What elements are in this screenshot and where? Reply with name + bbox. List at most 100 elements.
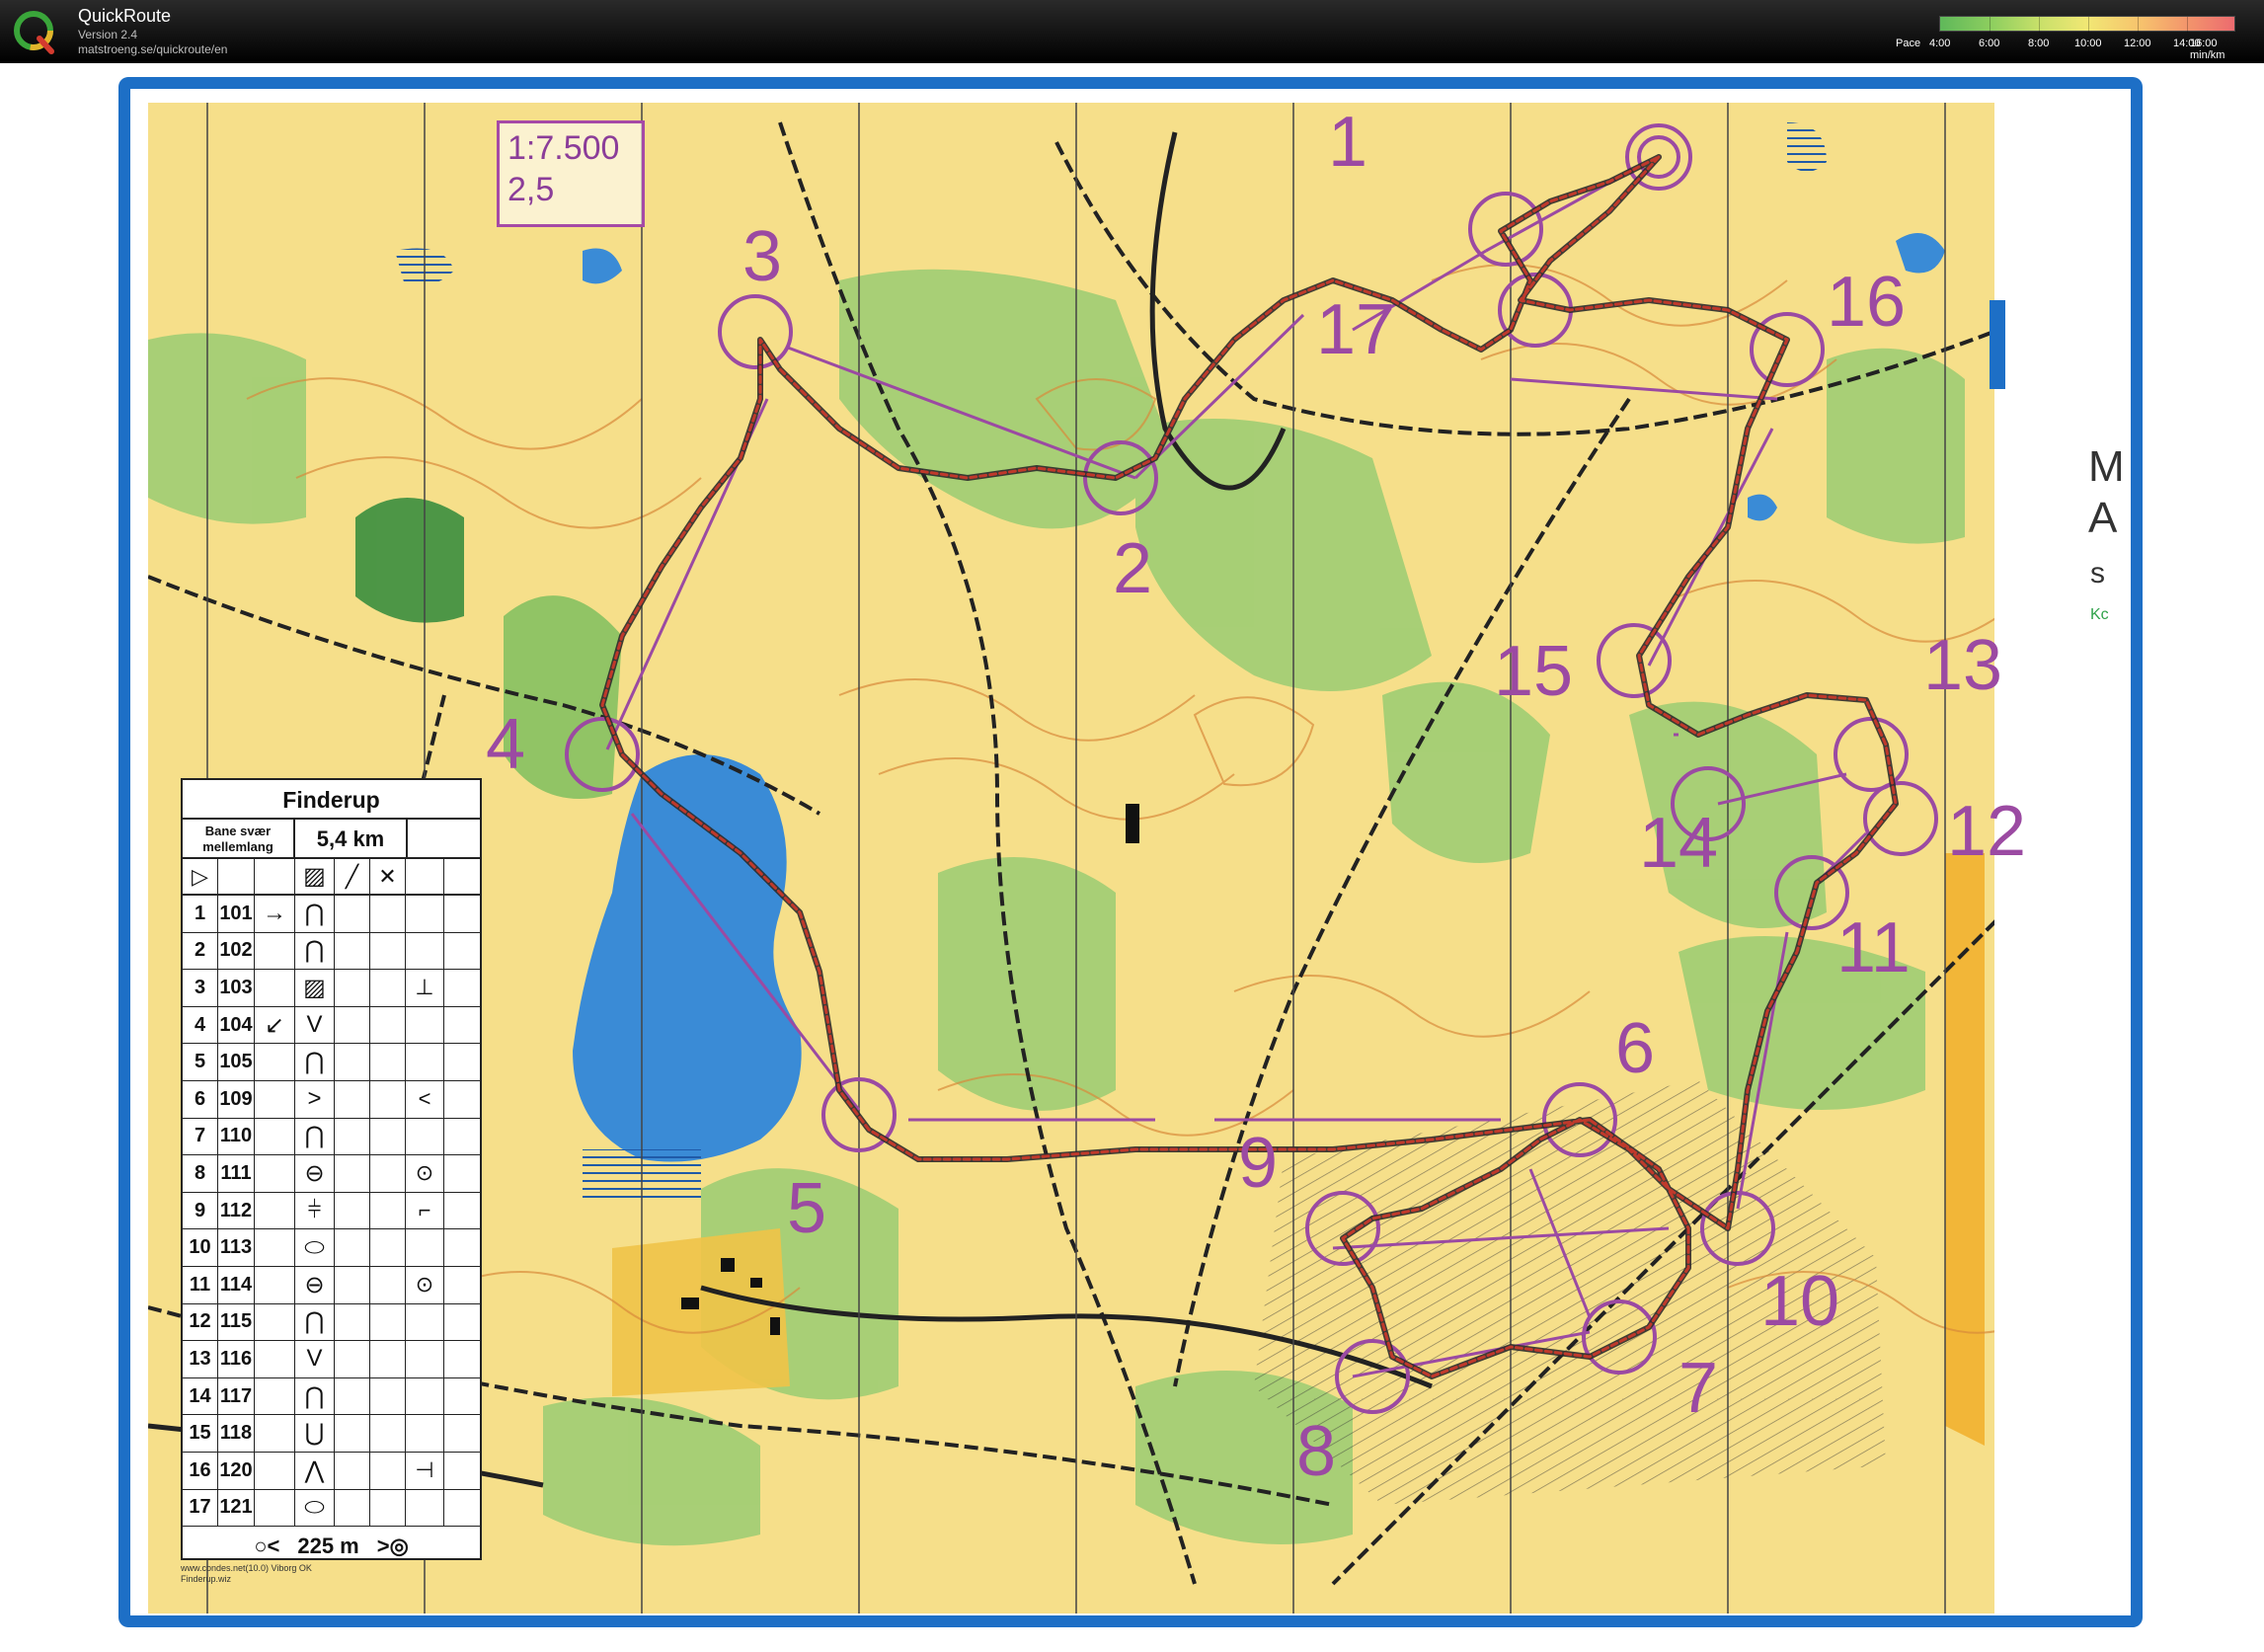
location-icon [406,1341,444,1377]
app-url[interactable]: matstroeng.se/quickroute/en [78,42,227,56]
detail-cell [370,932,406,970]
direction-icon [255,1415,295,1452]
description-row: 3 103 ▨ ⊥ [183,970,480,1007]
control-code: 101 [218,896,255,932]
control-code: 118 [218,1415,255,1452]
other-cell [444,1007,480,1044]
pace-tick: 6:00 [1979,38,2000,49]
control-number-15: 15 [1494,632,1574,711]
feature-icon: ⬭ [295,1489,335,1527]
description-row: 13 116 V [183,1341,480,1378]
side-legend-text: A [2088,494,2118,542]
control-code: 116 [218,1341,255,1377]
feature-icon: ▨ [295,970,335,1006]
control-number-11: 11 [1836,908,1911,987]
pace-unit: 16:00 min/km [2190,38,2225,61]
description-row: 11 114 ⊖ ⊙ [183,1266,480,1304]
start-row: ▷ ▨ ╱ ✕ [183,859,480,896]
feature-icon: ⬭ [295,1229,335,1266]
control-code: 113 [218,1229,255,1266]
side-legend-text: Kc [2090,606,2109,623]
other-cell [444,1415,480,1452]
location-icon: ⊥ [406,970,444,1006]
direction-icon [255,1303,295,1341]
control-code: 112 [218,1192,255,1229]
description-row: 10 113 ⬭ [183,1229,480,1267]
control-code: 109 [218,1080,255,1118]
pace-tick: 8:00 [2028,38,2050,49]
other-cell [444,1304,480,1341]
detail-cell [370,1229,406,1266]
description-row: 9 112 ⫩ ⌐ [183,1192,480,1230]
other-cell [444,1341,480,1377]
appearance-cell [335,1229,370,1266]
direction-icon [255,1341,295,1377]
appearance-cell [335,1118,370,1155]
control-number-4: 4 [486,705,526,784]
course-length: 5,4 km [295,820,408,857]
description-row: 14 117 ⋂ [183,1377,480,1416]
map-scale: 1:7.500 [507,129,620,167]
appearance-cell [335,1452,370,1489]
detail-cell [370,1006,406,1044]
direction-icon [255,1452,295,1489]
side-legend-text: s [2090,557,2105,590]
other-cell [444,1155,480,1192]
feature-icon: ⋂ [295,1303,335,1341]
control-seq: 15 [183,1415,218,1452]
appearance-cell [335,932,370,970]
other-cell [444,1490,480,1527]
control-code: 104 [218,1006,255,1044]
control-number-16: 16 [1827,263,1907,342]
detail-cell [370,1266,406,1303]
detail-cell [370,1303,406,1341]
quickroute-logo-icon [14,11,54,54]
pace-tick: 10:00 [2074,38,2102,49]
direction-icon [255,1489,295,1527]
appearance-cell [335,1155,370,1192]
control-seq: 9 [183,1192,218,1229]
direction-icon [255,970,295,1006]
description-credit: www.condes.net(10.0) Viborg OK Finderup.… [181,1563,312,1584]
finish-target-icon: >◎ [376,1533,409,1558]
direction-icon [255,1044,295,1080]
location-icon [406,1489,444,1527]
control-number-12: 12 [1947,792,2027,871]
appearance-cell [335,1044,370,1080]
start-triangle-icon: ▷ [183,859,218,894]
location-icon [406,1229,444,1266]
control-number-1: 1 [1328,103,1368,182]
control-code: 121 [218,1489,255,1527]
location-icon [406,932,444,970]
detail-cell [370,1192,406,1229]
control-seq: 10 [183,1229,218,1266]
direction-icon [255,1377,295,1415]
control-seq: 8 [183,1155,218,1192]
description-row: 2 102 ⋂ [183,932,480,971]
control-seq: 3 [183,970,218,1006]
control-seq: 5 [183,1044,218,1080]
crossing-icon: ✕ [370,859,406,894]
pace-tick: 4:00 [1929,38,1951,49]
course-info-row: Bane svær mellemlang 5,4 km [183,820,480,859]
appearance-cell [335,896,370,932]
control-number-7: 7 [1678,1349,1719,1428]
pace-tick: 12:00 [2124,38,2151,49]
control-code: 120 [218,1452,255,1489]
direction-icon [255,1080,295,1118]
other-cell [444,1119,480,1155]
direction-icon [255,1192,295,1229]
feature-icon: ⋂ [295,1118,335,1155]
location-icon: ⌐ [406,1192,444,1229]
control-seq: 14 [183,1377,218,1415]
feature-icon: ⊖ [295,1266,335,1303]
control-seq: 6 [183,1080,218,1118]
other-cell [444,970,480,1006]
description-row: 6 109 > < [183,1080,480,1119]
control-number-13: 13 [1923,626,2003,705]
finish-distance: 225 m [297,1533,359,1558]
control-number-10: 10 [1760,1262,1840,1341]
control-descriptions: Finderup Bane svær mellemlang 5,4 km ▷ ▨… [181,778,482,1560]
direction-icon [255,1118,295,1155]
other-cell [444,896,480,932]
